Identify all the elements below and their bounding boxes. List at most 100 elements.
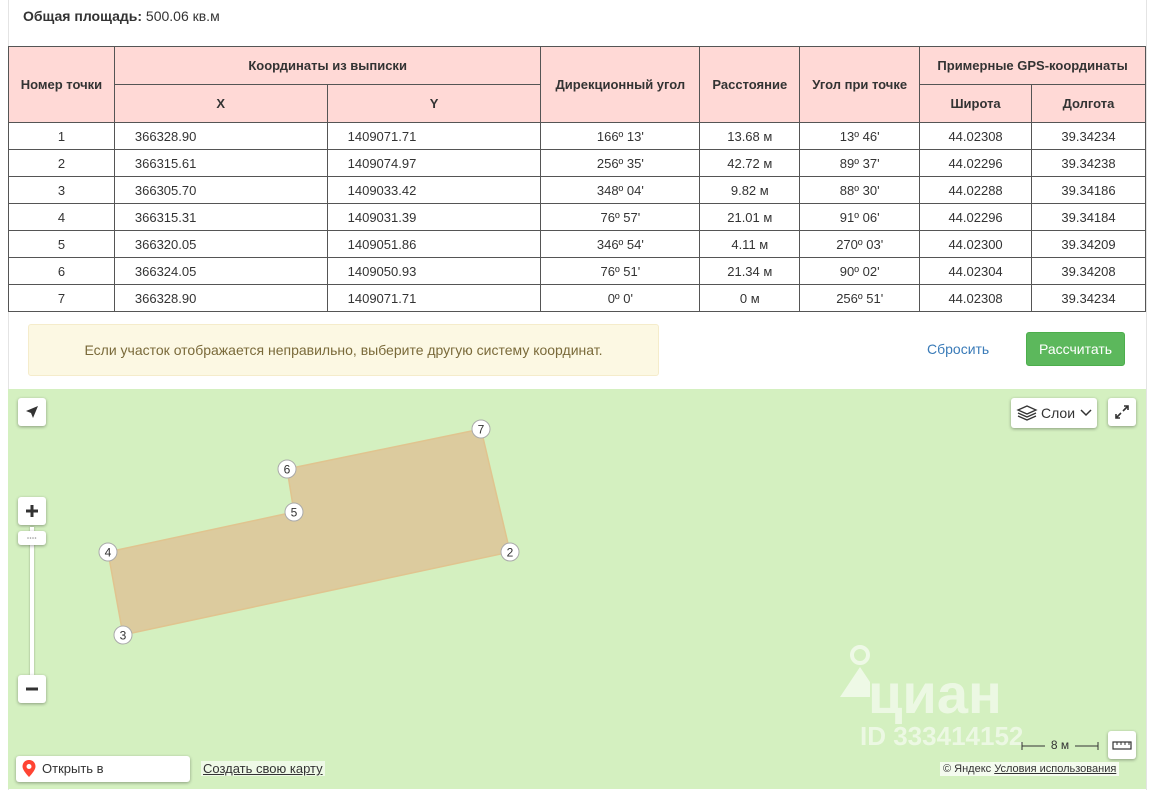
- cell-latitude: 44.02296: [919, 203, 1033, 231]
- create-own-map-link[interactable]: Создать свою карту: [201, 761, 325, 776]
- watermark-name: циан: [868, 662, 1002, 725]
- cell-x: 366328.90: [113, 122, 328, 150]
- cell-latitude: 44.02300: [919, 230, 1033, 258]
- point-marker-7[interactable]: 7: [471, 419, 491, 439]
- open-in-yandex-maps-button[interactable]: Открыть в Яндекс.Картах: [16, 756, 190, 789]
- cell-longitude: 39.34208: [1031, 257, 1146, 285]
- table-row: 3 366305.70 1409033.42 348º 04' 9.82 м 8…: [8, 176, 1146, 204]
- cell-distance: 9.82 м: [699, 176, 801, 204]
- cell-y: 1409051.86: [326, 230, 542, 258]
- coordinate-system-notice: Если участок отображается неправильно, в…: [28, 324, 659, 376]
- zoom-out-button[interactable]: [18, 675, 46, 703]
- cell-y: 1409071.71: [326, 122, 542, 150]
- cell-distance: 21.34 м: [699, 257, 801, 285]
- coordinates-table: Номер точки Координаты из выписки Дирекц…: [8, 46, 1146, 312]
- cell-point: 4: [8, 203, 115, 231]
- cell-angle: 89º 37': [799, 149, 921, 177]
- copyright-text: © Яндекс: [943, 763, 992, 775]
- cell-longitude: 39.34186: [1031, 176, 1146, 204]
- cell-latitude: 44.02296: [919, 149, 1033, 177]
- cell-point: 5: [8, 230, 115, 258]
- table-row: 5 366320.05 1409051.86 346º 54' 4.11 м 2…: [8, 230, 1146, 258]
- cell-x: 366315.61: [113, 149, 328, 177]
- navigation-arrow-icon: [26, 406, 38, 418]
- cell-longitude: 39.34184: [1031, 203, 1146, 231]
- header-distance: Расстояние: [699, 46, 801, 123]
- point-label: 6: [284, 463, 291, 477]
- point-label: 7: [478, 423, 485, 437]
- cell-latitude: 44.02304: [919, 257, 1033, 285]
- cell-bearing: 76º 51': [540, 257, 701, 285]
- header-latitude: Широта: [919, 84, 1033, 123]
- header-coordinates: Координаты из выписки: [113, 46, 542, 85]
- cell-angle: 13º 46': [799, 122, 921, 150]
- cell-x: 366315.31: [113, 203, 328, 231]
- point-label: 4: [105, 546, 112, 560]
- geolocation-button[interactable]: [18, 398, 46, 426]
- map-view[interactable]: 7 6 5 4 3 2 циан ID 333414152 Слои 8 м О…: [8, 389, 1146, 789]
- cell-longitude: 39.34238: [1031, 149, 1146, 177]
- layers-button[interactable]: Слои: [1011, 398, 1097, 428]
- cell-bearing: 256º 35': [540, 149, 701, 177]
- ruler-icon: [1112, 741, 1132, 750]
- cell-bearing: 348º 04': [540, 176, 701, 204]
- header-y: Y: [326, 84, 542, 123]
- total-area: Общая площадь: 500.06 кв.м: [23, 8, 220, 24]
- cell-bearing: 346º 54': [540, 230, 701, 258]
- cell-bearing: 166º 13': [540, 122, 701, 150]
- calculate-button[interactable]: Рассчитать: [1026, 332, 1125, 366]
- table-row: 4 366315.31 1409031.39 76º 57' 21.01 м 9…: [8, 203, 1146, 231]
- cell-x: 366324.05: [113, 257, 328, 285]
- table-row: 1 366328.90 1409071.71 166º 13' 13.68 м …: [8, 122, 1146, 150]
- watermark-id: ID 333414152: [860, 721, 1024, 751]
- scale-label: 8 м: [1050, 738, 1070, 752]
- plus-icon: [26, 505, 38, 517]
- cell-y: 1409033.42: [326, 176, 542, 204]
- open-in-yandex-maps-label: Открыть в Яндекс.Картах: [42, 761, 131, 789]
- minus-icon: [26, 687, 38, 691]
- grip-icon: [27, 537, 37, 539]
- point-marker-5[interactable]: 5: [284, 502, 304, 522]
- point-label: 5: [291, 506, 298, 520]
- watermark-pin-icon: [840, 645, 870, 697]
- cell-y: 1409031.39: [326, 203, 542, 231]
- header-bearing: Дирекционный угол: [540, 46, 701, 123]
- ruler-button[interactable]: [1108, 731, 1136, 759]
- cell-longitude: 39.34209: [1031, 230, 1146, 258]
- total-area-label: Общая площадь:: [23, 8, 143, 24]
- cell-bearing: 76º 57': [540, 203, 701, 231]
- point-marker-3[interactable]: 3: [113, 625, 133, 645]
- cell-point: 3: [8, 176, 115, 204]
- cell-angle: 256º 51': [799, 284, 921, 312]
- header-x: X: [113, 84, 328, 123]
- zoom-slider-track[interactable]: [30, 527, 34, 675]
- point-marker-6[interactable]: 6: [277, 459, 297, 479]
- cell-latitude: 44.02308: [919, 284, 1033, 312]
- map-pin-icon: [22, 760, 36, 777]
- header-gps: Примерные GPS-координаты: [919, 46, 1146, 85]
- table-row: 2 366315.61 1409074.97 256º 35' 42.72 м …: [8, 149, 1146, 177]
- fullscreen-button[interactable]: [1108, 398, 1136, 426]
- cell-x: 366305.70: [113, 176, 328, 204]
- header-longitude: Долгота: [1031, 84, 1146, 123]
- cell-latitude: 44.02288: [919, 176, 1033, 204]
- header-point-number: Номер точки: [8, 46, 115, 123]
- point-marker-4[interactable]: 4: [98, 542, 118, 562]
- terms-of-use-link[interactable]: Условия использования: [994, 763, 1116, 775]
- cell-point: 2: [8, 149, 115, 177]
- cell-x: 366328.90: [113, 284, 328, 312]
- reset-link[interactable]: Сбросить: [927, 341, 989, 357]
- map-scale: 8 м: [1021, 738, 1099, 753]
- cell-distance: 42.72 м: [699, 149, 801, 177]
- land-parcel[interactable]: [107, 428, 511, 636]
- cell-angle: 90º 02': [799, 257, 921, 285]
- point-marker-2[interactable]: 2: [500, 542, 520, 562]
- cell-y: 1409074.97: [326, 149, 542, 177]
- cell-distance: 21.01 м: [699, 203, 801, 231]
- map-copyright: © Яндекс Условия использования: [940, 762, 1120, 776]
- cell-point: 6: [8, 257, 115, 285]
- zoom-in-button[interactable]: [18, 497, 46, 525]
- layers-icon: [1016, 405, 1038, 421]
- cian-watermark: циан ID 333414152: [826, 639, 1066, 751]
- zoom-slider-handle[interactable]: [18, 531, 46, 545]
